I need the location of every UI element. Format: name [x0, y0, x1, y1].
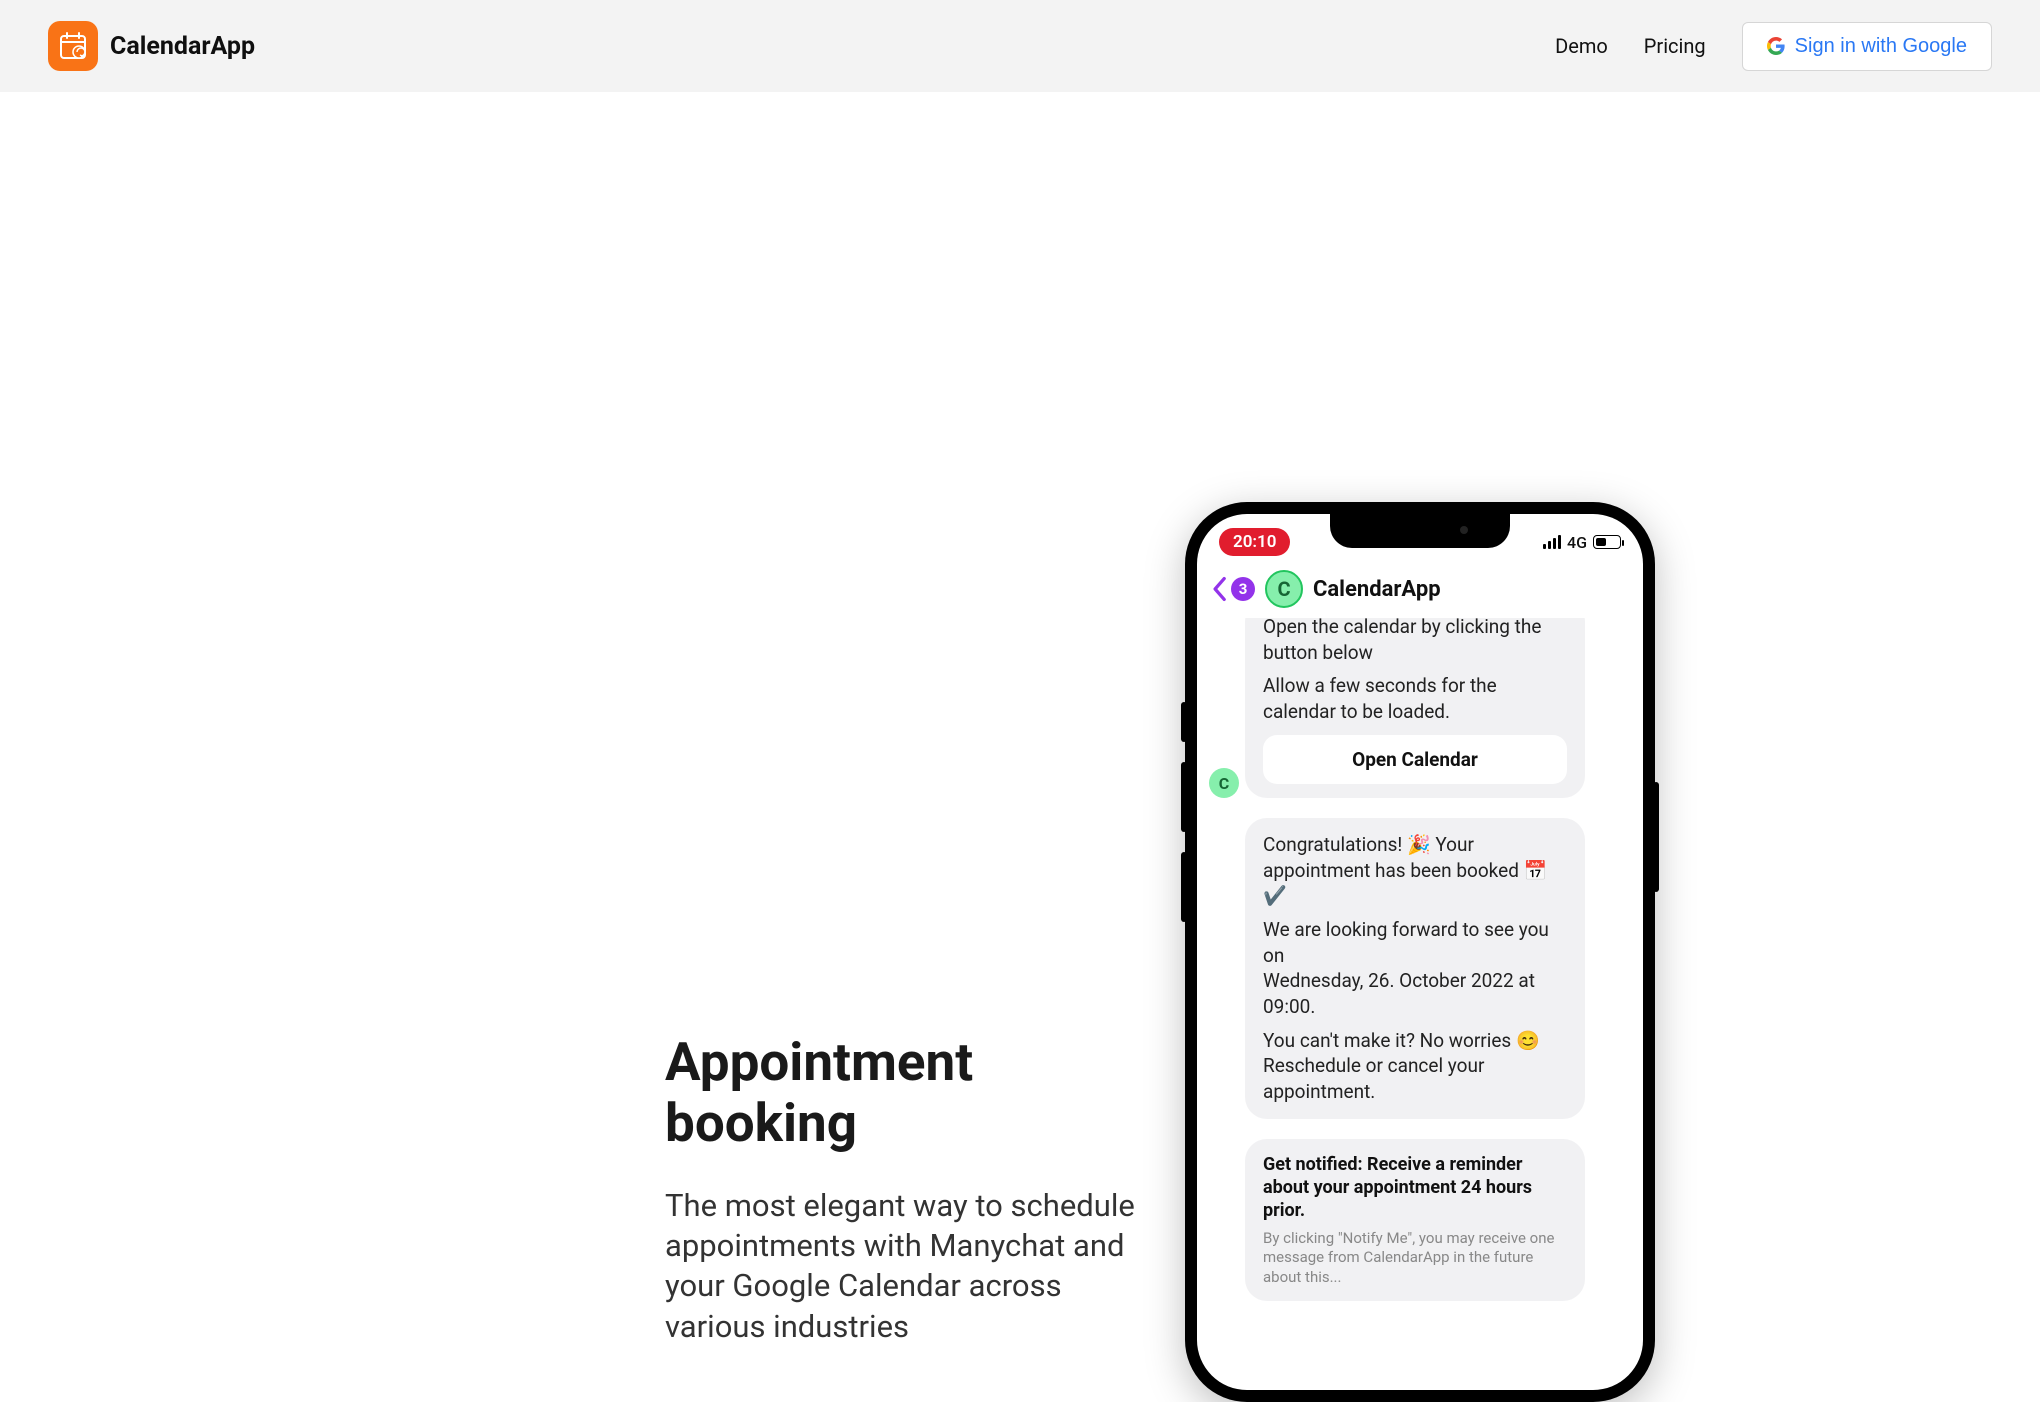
brand-area: CalendarApp — [48, 21, 255, 71]
sign-in-google-button[interactable]: Sign in with Google — [1742, 22, 1992, 71]
chat-app-name[interactable]: CalendarApp — [1313, 577, 1441, 602]
unread-badge: 3 — [1231, 577, 1255, 601]
message-text: Congratulations! 🎉 Your appointment has … — [1263, 832, 1567, 909]
sign-in-label: Sign in with Google — [1795, 35, 1967, 58]
google-icon — [1767, 37, 1785, 55]
chat-bubble: Get notified: Receive a reminder about y… — [1245, 1139, 1585, 1302]
hero-subtitle: The most elegant way to schedule appoint… — [665, 1186, 1145, 1347]
app-logo-icon — [48, 21, 98, 71]
phone-screen: 20:10 4G 3 C CalendarApp — [1197, 514, 1643, 1390]
header-nav: Demo Pricing Sign in with Google — [1555, 22, 1992, 71]
chat-header: 3 C CalendarApp — [1197, 566, 1643, 618]
status-time: 20:10 — [1219, 528, 1290, 556]
chat-avatar[interactable]: C — [1265, 570, 1303, 608]
nav-demo-link[interactable]: Demo — [1555, 34, 1608, 58]
chat-bubble: Congratulations! 🎉 Your appointment has … — [1245, 818, 1585, 1118]
phone-frame: 20:10 4G 3 C CalendarApp — [1185, 502, 1655, 1402]
battery-icon — [1593, 535, 1621, 549]
message-text: Allow a few seconds for the calendar to … — [1263, 673, 1567, 724]
message-group-1: Open the calendar by clicking the button… — [1211, 618, 1629, 798]
phone-mockup: 20:10 4G 3 C CalendarApp — [1185, 502, 1655, 1402]
site-header: CalendarApp Demo Pricing Sign in with Go… — [0, 0, 2040, 92]
network-label: 4G — [1567, 533, 1587, 552]
nav-pricing-link[interactable]: Pricing — [1644, 34, 1706, 58]
phone-notch-icon — [1330, 514, 1510, 548]
notify-fine-print: By clicking "Notify Me", you may receive… — [1263, 1229, 1567, 1288]
hero-section: Appointment booking The most elegant way… — [0, 92, 2040, 1402]
message-group-2: Congratulations! 🎉 Your appointment has … — [1211, 818, 1629, 1118]
notify-headline: Get notified: Receive a reminder about y… — [1263, 1153, 1567, 1223]
chat-bubble: Open the calendar by clicking the button… — [1245, 618, 1585, 798]
message-avatar: C — [1209, 768, 1239, 798]
open-calendar-button[interactable]: Open Calendar — [1263, 735, 1567, 785]
message-text: We are looking forward to see you on Wed… — [1263, 917, 1567, 1020]
message-group-3: Get notified: Receive a reminder about y… — [1211, 1139, 1629, 1302]
brand-name: CalendarApp — [110, 32, 255, 61]
message-text: Open the calendar by clicking the button… — [1263, 618, 1567, 665]
page-title: Appointment booking — [665, 1032, 1145, 1154]
back-chevron-icon[interactable] — [1211, 576, 1227, 602]
signal-icon — [1543, 535, 1561, 549]
message-text: You can't make it? No worries 😊 Reschedu… — [1263, 1028, 1567, 1105]
hero-text-block: Appointment booking The most elegant way… — [385, 172, 1145, 1347]
chat-body: Open the calendar by clicking the button… — [1197, 618, 1643, 1374]
status-right: 4G — [1543, 533, 1621, 552]
